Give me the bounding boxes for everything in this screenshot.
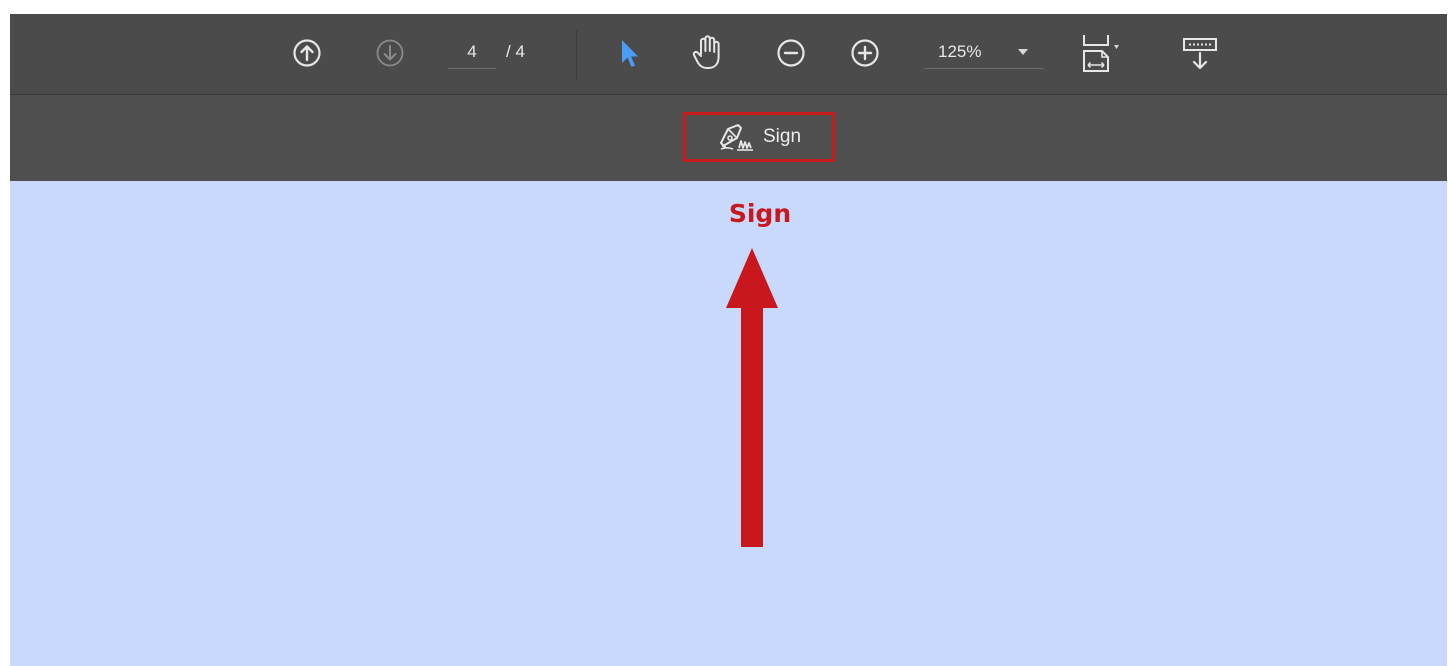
minus-circle-icon	[777, 39, 805, 67]
download-tray-icon	[1183, 38, 1217, 70]
zoom-level-value: 125%	[938, 42, 982, 61]
cursor-arrow-icon	[622, 40, 638, 67]
download-button[interactable]	[1178, 32, 1222, 74]
main-toolbar: 4 / 4 125%	[10, 14, 1447, 95]
zoom-level-select[interactable]: 125%	[924, 36, 1044, 69]
toolbar-divider	[576, 30, 577, 80]
page-total-label: / 4	[506, 42, 525, 61]
pdf-viewer: 4 / 4 125% Sign Sign	[10, 14, 1447, 666]
sign-toolbar: Sign	[10, 95, 1447, 181]
zoom-out-button[interactable]	[774, 36, 808, 70]
next-page-button[interactable]	[373, 36, 407, 70]
sign-button-label: Sign	[762, 126, 802, 147]
page-fit-icon	[1083, 35, 1119, 72]
hand-tool-button[interactable]	[688, 32, 726, 74]
sign-button[interactable]: Sign	[683, 112, 835, 162]
hand-icon	[692, 35, 720, 69]
page-number-input[interactable]: 4	[448, 36, 496, 69]
callout-arrow-icon	[726, 248, 778, 547]
page-fit-button[interactable]	[1078, 30, 1128, 76]
arrow-down-circle-icon	[376, 39, 404, 67]
arrow-up-circle-icon	[293, 39, 321, 67]
callout-label: Sign	[728, 199, 792, 228]
select-tool-button[interactable]	[614, 34, 644, 74]
previous-page-button[interactable]	[290, 36, 324, 70]
chevron-down-icon	[1018, 49, 1028, 55]
pen-signature-icon	[719, 124, 753, 151]
plus-circle-icon	[851, 39, 879, 67]
zoom-in-button[interactable]	[848, 36, 882, 70]
